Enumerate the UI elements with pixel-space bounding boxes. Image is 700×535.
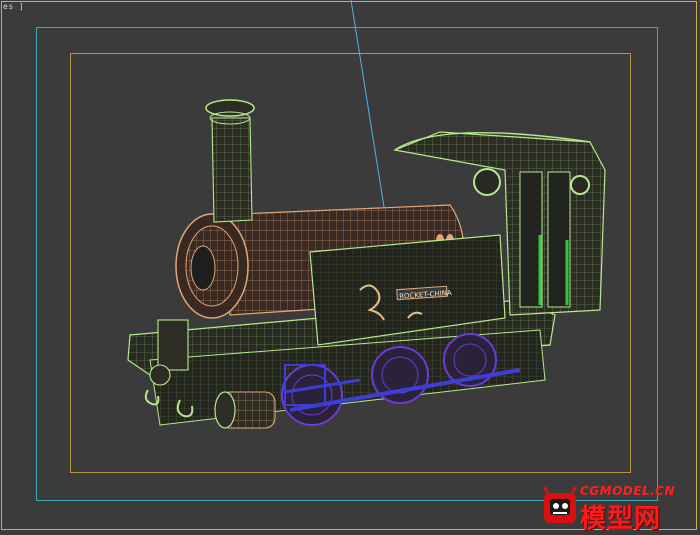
cgmodel-watermark: CGMODEL.CN 模型网	[540, 484, 700, 534]
chimney	[205, 99, 255, 223]
watermark-domain: CGMODEL.CN	[580, 484, 676, 498]
viewport-perspective[interactable]: es ] ROCKET-CHINA CGMODEL.CN 模型网	[0, 0, 700, 534]
buffer-drum	[214, 391, 276, 429]
red-monster-mascot-icon	[542, 486, 578, 523]
camera-target-line	[350, 0, 389, 233]
watermark-title: 模型网	[580, 504, 662, 534]
locomotive-wireframe-model[interactable]: ROCKET-CHINA	[0, 0, 700, 532]
